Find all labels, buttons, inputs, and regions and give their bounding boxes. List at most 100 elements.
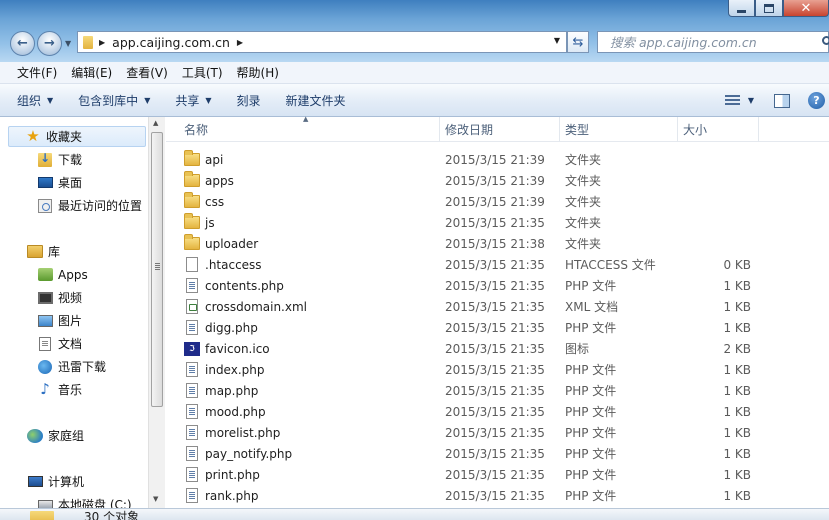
file-row[interactable]: morelist.php 2015/3/15 21:35 PHP 文件 1 KB bbox=[166, 422, 829, 443]
burn-button[interactable]: 刻录 bbox=[237, 92, 261, 109]
nav-homegroup[interactable]: 家庭组 bbox=[27, 425, 84, 446]
address-history-dropdown[interactable]: ▼ bbox=[554, 36, 560, 45]
share-button[interactable]: 共享 ▼ bbox=[175, 92, 211, 109]
folder-icon bbox=[184, 192, 200, 210]
file-row[interactable]: index.php 2015/3/15 21:35 PHP 文件 1 KB bbox=[166, 359, 829, 380]
file-date: 2015/3/15 21:35 bbox=[445, 278, 545, 293]
nav-computer[interactable]: 计算机 bbox=[27, 471, 84, 492]
nav-item-videos[interactable]: 视频 bbox=[37, 287, 82, 308]
menu-help[interactable]: 帮助(H) bbox=[230, 64, 286, 81]
chevron-down-icon: ▼ bbox=[144, 95, 151, 105]
column-size-label: 大小 bbox=[683, 123, 708, 137]
nav-item-pictures[interactable]: 图片 bbox=[37, 310, 82, 331]
file-name: rank.php bbox=[205, 488, 259, 503]
file-size: 1 KB bbox=[723, 467, 751, 482]
recent-pages-dropdown[interactable]: ▼ bbox=[65, 39, 71, 48]
column-date[interactable]: 修改日期 bbox=[440, 117, 560, 142]
file-date: 2015/3/15 21:35 bbox=[445, 299, 545, 314]
menu-edit[interactable]: 编辑(E) bbox=[64, 64, 119, 81]
scrollbar-thumb[interactable] bbox=[151, 132, 163, 407]
folder-icon bbox=[184, 234, 200, 252]
search-icon[interactable] bbox=[822, 36, 829, 45]
close-button[interactable]: ✕ bbox=[783, 0, 829, 17]
computer-icon bbox=[27, 474, 43, 490]
pictures-icon bbox=[37, 313, 53, 329]
breadcrumb-chevron-icon[interactable]: ▶ bbox=[99, 38, 105, 47]
file-row[interactable]: rank.php 2015/3/15 21:35 PHP 文件 1 KB bbox=[166, 485, 829, 506]
search-input[interactable] bbox=[598, 32, 808, 52]
nav-item-documents[interactable]: 文档 bbox=[37, 333, 82, 354]
nav-favorites[interactable]: ★ 收藏夹 bbox=[8, 126, 146, 147]
preview-pane-icon[interactable] bbox=[774, 93, 790, 108]
view-options-dropdown[interactable]: ▼ bbox=[748, 96, 754, 105]
file-row[interactable]: crossdomain.xml 2015/3/15 21:35 XML 文档 1 KB bbox=[166, 296, 829, 317]
search-box[interactable] bbox=[597, 31, 829, 53]
help-icon[interactable]: ? bbox=[808, 92, 825, 109]
back-button[interactable]: ← bbox=[10, 31, 35, 56]
file-name: favicon.ico bbox=[205, 341, 270, 356]
music-icon: ♪ bbox=[40, 380, 50, 398]
chevron-down-icon: ▼ bbox=[205, 95, 212, 105]
column-type[interactable]: 类型 bbox=[560, 117, 678, 142]
maximize-button[interactable] bbox=[755, 0, 783, 17]
file-row[interactable]: map.php 2015/3/15 21:35 PHP 文件 1 KB bbox=[166, 380, 829, 401]
file-row[interactable]: .htaccess 2015/3/15 21:35 HTACCESS 文件 0 KB bbox=[166, 254, 829, 275]
column-size[interactable]: 大小 bbox=[678, 117, 759, 142]
file-row[interactable]: api 2015/3/15 21:39 文件夹 bbox=[166, 149, 829, 170]
forward-button[interactable]: → bbox=[37, 31, 62, 56]
navigation-scrollbar[interactable]: ▲ ▼ bbox=[148, 117, 165, 510]
nav-item-downloads[interactable]: 下载 bbox=[37, 149, 82, 170]
file-name-cell: map.php bbox=[184, 380, 258, 401]
file-row[interactable]: uploader 2015/3/15 21:38 文件夹 bbox=[166, 233, 829, 254]
nav-item-thunder-downloads[interactable]: 迅雷下载 bbox=[37, 356, 106, 377]
breadcrumb-path[interactable]: app.caijing.com.cn bbox=[112, 35, 230, 50]
file-row[interactable]: contents.php 2015/3/15 21:35 PHP 文件 1 KB bbox=[166, 275, 829, 296]
nav-libraries[interactable]: 库 bbox=[27, 241, 60, 262]
menu-file[interactable]: 文件(F) bbox=[10, 64, 64, 81]
file-name: crossdomain.xml bbox=[205, 299, 307, 314]
file-type: 图标 bbox=[565, 342, 590, 356]
scroll-down-icon[interactable]: ▼ bbox=[153, 495, 158, 503]
file-name-cell: crossdomain.xml bbox=[184, 296, 307, 317]
file-size: 1 KB bbox=[723, 278, 751, 293]
file-name-cell: index.php bbox=[184, 359, 264, 380]
address-bar[interactable]: ▶ app.caijing.com.cn ▶ ▼ bbox=[77, 31, 567, 53]
breadcrumb-chevron-icon[interactable]: ▶ bbox=[237, 38, 243, 47]
file-row[interactable]: pay_notify.php 2015/3/15 21:35 PHP 文件 1 KB bbox=[166, 443, 829, 464]
php-file-icon bbox=[184, 362, 200, 378]
include-in-library-button[interactable]: 包含到库中 ▼ bbox=[78, 92, 150, 109]
nav-item-desktop[interactable]: 桌面 bbox=[37, 172, 82, 193]
file-row[interactable]: js 2015/3/15 21:35 文件夹 bbox=[166, 212, 829, 233]
file-name-cell: mood.php bbox=[184, 401, 266, 422]
nav-item-recent-places[interactable]: 最近访问的位置 bbox=[37, 195, 142, 216]
menu-tools[interactable]: 工具(T) bbox=[175, 64, 230, 81]
nav-favorites-label: 收藏夹 bbox=[46, 130, 83, 144]
minimize-button[interactable] bbox=[728, 0, 755, 17]
nav-item-label: 下载 bbox=[58, 153, 83, 167]
php-file-icon bbox=[184, 488, 200, 504]
file-date: 2015/3/15 21:35 bbox=[445, 341, 545, 356]
new-folder-button[interactable]: 新建文件夹 bbox=[286, 92, 346, 109]
file-size: 1 KB bbox=[723, 383, 751, 398]
file-row[interactable]: css 2015/3/15 21:39 文件夹 bbox=[166, 191, 829, 212]
nav-item-apps[interactable]: Apps bbox=[37, 264, 88, 285]
refresh-button[interactable]: ⇆ bbox=[567, 31, 589, 53]
organize-button[interactable]: 组织 ▼ bbox=[17, 92, 53, 109]
file-size bbox=[681, 170, 751, 191]
nav-item-music[interactable]: ♪ 音乐 bbox=[37, 379, 82, 400]
file-name: contents.php bbox=[205, 278, 284, 293]
file-row[interactable]: ℑfavicon.ico 2015/3/15 21:35 图标 2 KB bbox=[166, 338, 829, 359]
view-options-icon[interactable] bbox=[724, 94, 740, 107]
menu-view[interactable]: 查看(V) bbox=[119, 64, 175, 81]
file-row[interactable]: print.php 2015/3/15 21:35 PHP 文件 1 KB bbox=[166, 464, 829, 485]
file-row[interactable]: mood.php 2015/3/15 21:35 PHP 文件 1 KB bbox=[166, 401, 829, 422]
file-name: api bbox=[205, 152, 224, 167]
php-file-icon bbox=[184, 383, 200, 399]
column-name[interactable]: 名称 bbox=[179, 117, 440, 142]
file-row[interactable]: digg.php 2015/3/15 21:35 PHP 文件 1 KB bbox=[166, 317, 829, 338]
file-row[interactable]: apps 2015/3/15 21:39 文件夹 bbox=[166, 170, 829, 191]
nav-item-label: 迅雷下载 bbox=[58, 360, 107, 374]
file-type: 文件夹 bbox=[565, 237, 602, 251]
scroll-up-icon[interactable]: ▲ bbox=[153, 119, 158, 127]
homegroup-icon bbox=[27, 428, 43, 444]
